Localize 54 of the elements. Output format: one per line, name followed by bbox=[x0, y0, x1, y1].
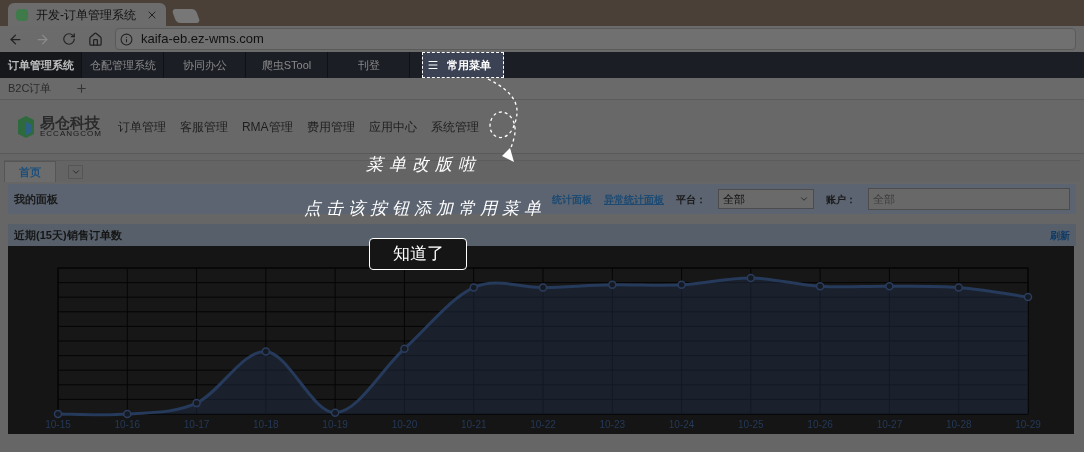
menu-icon bbox=[427, 59, 439, 71]
reload-icon[interactable] bbox=[62, 32, 76, 46]
panel-title: 我的面板 bbox=[14, 191, 58, 207]
axis-label: 10-22 bbox=[530, 419, 556, 430]
info-icon bbox=[120, 32, 133, 46]
add-icon[interactable] bbox=[75, 82, 89, 95]
logo-name: 易仓科技 bbox=[40, 115, 101, 130]
platform-select[interactable]: 全部 bbox=[718, 189, 814, 209]
caret-icon bbox=[799, 194, 809, 204]
axis-label: 10-25 bbox=[738, 419, 764, 430]
axis-label: 10-29 bbox=[1015, 419, 1041, 430]
main-menu-item[interactable]: 系统管理 bbox=[430, 117, 479, 136]
got-it-button[interactable]: 知道了 bbox=[369, 238, 467, 270]
new-tab-button[interactable] bbox=[171, 9, 201, 23]
forward-icon[interactable] bbox=[35, 31, 50, 47]
url-text: kaifa-eb.ez-wms.com bbox=[141, 30, 264, 49]
panel-link[interactable]: 统计面板 bbox=[552, 191, 592, 207]
refresh-link[interactable]: 刷新 bbox=[1050, 227, 1070, 243]
axis-label: 10-18 bbox=[253, 419, 279, 430]
axis-label: 10-16 bbox=[114, 419, 141, 430]
axis-label: 10-15 bbox=[45, 419, 71, 430]
axis-label: 10-17 bbox=[183, 419, 210, 430]
axis-label: 10-27 bbox=[876, 419, 903, 430]
axis-label: 10-19 bbox=[322, 419, 348, 430]
guide-hint: 点击该按钮添加常用菜单 bbox=[304, 197, 546, 220]
axis-label: 10-21 bbox=[460, 419, 487, 430]
sub-tab[interactable]: B2C订单 bbox=[8, 80, 52, 97]
axis-label: 10-23 bbox=[599, 419, 626, 430]
platform-label: 平台： bbox=[676, 192, 706, 207]
account-label: 账户： bbox=[826, 192, 856, 207]
favicon-icon bbox=[16, 8, 28, 21]
main-menu-item[interactable]: 客服管理 bbox=[179, 117, 228, 136]
main-menu-item[interactable]: 费用管理 bbox=[306, 117, 355, 136]
back-icon[interactable] bbox=[8, 31, 23, 47]
axis-label: 10-24 bbox=[668, 419, 695, 430]
logo-icon bbox=[16, 115, 36, 138]
chart-title: 近期(15天)销售订单数 bbox=[14, 227, 122, 243]
axis-label: 10-20 bbox=[391, 419, 418, 430]
axis-label: 10-28 bbox=[945, 419, 972, 430]
home-icon[interactable] bbox=[88, 31, 103, 47]
system-tab[interactable]: 订单管理系统 bbox=[0, 52, 82, 78]
main-menu-item[interactable]: 订单管理 bbox=[117, 117, 166, 136]
logo-subtitle: ECCANGCOM bbox=[40, 130, 102, 138]
panel-link[interactable]: 异常统计面板 bbox=[604, 191, 664, 207]
browser-tab[interactable]: 开发-订单管理系统 bbox=[8, 3, 166, 26]
axis-label: 10-26 bbox=[807, 419, 833, 430]
caret-icon bbox=[70, 167, 81, 177]
guide-caption: 菜单改版啦 bbox=[366, 153, 481, 176]
address-field[interactable]: kaifa-eb.ez-wms.com bbox=[115, 28, 1076, 50]
main-menu-item[interactable]: 应用中心 bbox=[368, 117, 417, 136]
page-tab[interactable]: 首页 bbox=[4, 161, 56, 182]
main-menu-item[interactable]: RMA管理 bbox=[241, 117, 293, 136]
common-menu-button[interactable]: 常用菜单 bbox=[422, 52, 504, 78]
tab-title: 开发-订单管理系统 bbox=[36, 6, 136, 24]
